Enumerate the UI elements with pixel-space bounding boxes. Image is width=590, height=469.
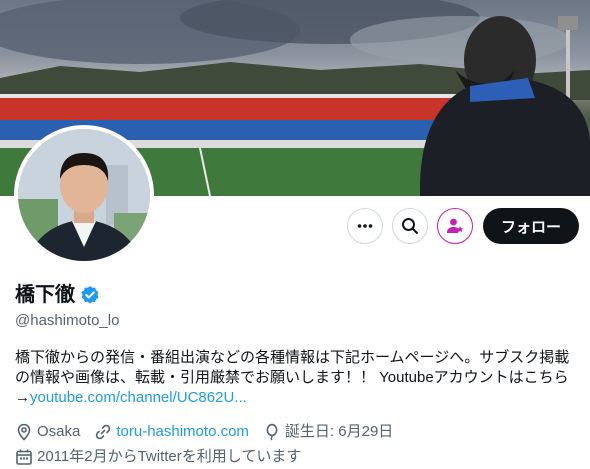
avatar-photo [18, 129, 150, 261]
more-button[interactable] [346, 208, 383, 244]
subscribe-button[interactable] [436, 208, 473, 244]
joined-text: 2011年2月からTwitterを利用しています [37, 448, 302, 465]
profile-bio: 橋下徹からの発信・番組出演などの各種情報は下記ホームページへ。サブスク掲載の情報… [15, 348, 580, 408]
verified-badge-icon[interactable] [80, 285, 100, 305]
name-row: 橋下徹 [15, 283, 100, 307]
profile-actions: フォロー [346, 208, 579, 244]
birthday-item: 誕生日: 6月29日 [263, 422, 393, 442]
subscribe-person-star-icon [446, 218, 464, 233]
search-button[interactable] [391, 208, 428, 244]
website-link[interactable]: toru-hashimoto.com [116, 422, 249, 442]
balloon-icon [266, 423, 278, 441]
link-icon [96, 424, 111, 440]
more-horizontal-icon [357, 224, 373, 228]
search-icon [401, 218, 418, 234]
bio-youtube-link[interactable]: youtube.com/channel/UC862U... [30, 389, 247, 406]
website-item: toru-hashimoto.com [94, 422, 249, 442]
profile-meta: Osaka toru-hashimoto.com 誕生日: 6月29日 2011… [15, 422, 580, 467]
birthday-text: 誕生日: 6月29日 [284, 423, 394, 440]
location-item: Osaka [15, 422, 80, 442]
follow-button[interactable]: フォロー [482, 208, 579, 244]
calendar-icon [16, 449, 32, 465]
joined-item: 2011年2月からTwitterを利用しています [15, 447, 301, 467]
user-handle: @hashimoto_lo [15, 312, 120, 329]
location-text: Osaka [37, 423, 81, 440]
display-name: 橋下徹 [15, 284, 75, 306]
location-pin-icon [17, 423, 31, 441]
profile-avatar[interactable] [14, 125, 154, 265]
follow-button-label: フォロー [500, 218, 561, 236]
